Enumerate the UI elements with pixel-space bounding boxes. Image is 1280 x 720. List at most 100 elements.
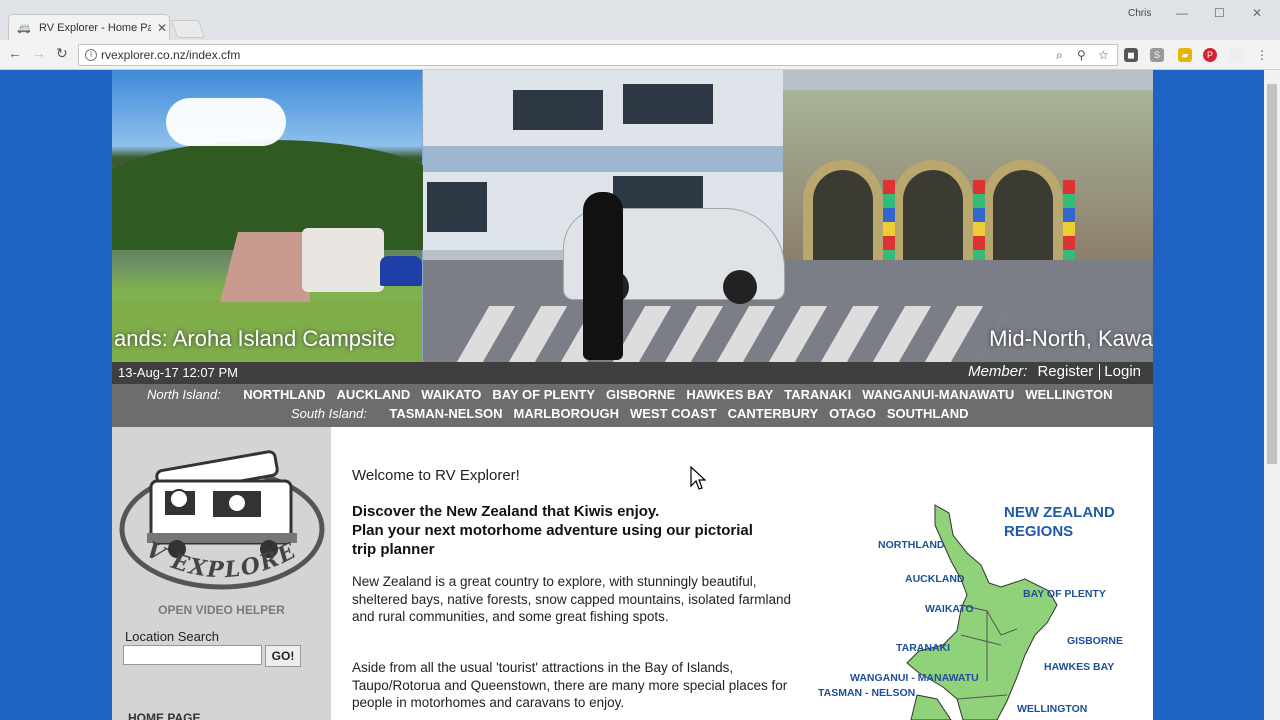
- mouse-pointer-icon: [690, 466, 706, 490]
- member-links: Member: Register Login: [968, 363, 1141, 381]
- map-label-waikato[interactable]: WAIKATO: [925, 603, 974, 615]
- region-link-tasman-nelson[interactable]: TASMAN-NELSON: [389, 406, 502, 421]
- photo-banner: ands: Aroha Island Campsite Mid-North, K…: [112, 70, 1153, 362]
- map-label-auckland[interactable]: AUCKLAND: [905, 573, 965, 585]
- south-island-label: South Island:: [291, 406, 367, 421]
- shield-extension-icon[interactable]: ◼: [1124, 48, 1138, 62]
- map-title-line-1: NEW ZEALAND: [1004, 504, 1115, 521]
- bookmark-star-icon[interactable]: ☆: [1098, 48, 1109, 62]
- blue-car-shape: [380, 256, 422, 286]
- rv-favicon-icon: 🚐: [17, 22, 31, 34]
- map-label-northland[interactable]: NORTHLAND: [878, 539, 945, 551]
- region-link-otago[interactable]: OTAGO: [829, 406, 876, 421]
- browser-tab[interactable]: 🚐 RV Explorer - Home Page ✕: [8, 14, 170, 41]
- login-link[interactable]: Login: [1104, 363, 1141, 380]
- building-window: [513, 90, 603, 130]
- main-content: Welcome to RV Explorer! Discover the New…: [331, 427, 1153, 720]
- new-tab-button[interactable]: [170, 20, 206, 38]
- region-link-southland[interactable]: SOUTHLAND: [887, 406, 969, 421]
- banner-caption-right: Mid-North, Kawa: [989, 326, 1153, 351]
- menu-dots-icon[interactable]: ⋮: [1256, 48, 1268, 62]
- key-icon[interactable]: ⚲: [1077, 48, 1086, 62]
- region-link-wanganui-manawatu[interactable]: WANGANUI-MANAWATU: [862, 387, 1014, 402]
- region-link-marlborough[interactable]: MARLBOROUGH: [514, 406, 619, 421]
- south-island-row: South Island: TASMAN-NELSON MARLBOROUGH …: [112, 406, 1153, 421]
- colorful-building-shape: [783, 90, 1153, 290]
- close-window-icon[interactable]: ✕: [1252, 6, 1262, 20]
- info-bar: 13-Aug-17 12:07 PM Member: Register Login: [112, 362, 1153, 384]
- forward-icon[interactable]: →: [32, 45, 46, 61]
- map-label-hawkes-bay[interactable]: HAWKES BAY: [1044, 661, 1114, 673]
- map-label-gisborne[interactable]: GISBORNE: [1067, 635, 1123, 647]
- minimize-icon[interactable]: —: [1176, 6, 1188, 20]
- map-title: NEW ZEALAND REGIONS: [1004, 503, 1144, 541]
- maximize-icon[interactable]: ☐: [1214, 6, 1225, 20]
- tab-title: RV Explorer - Home Page: [39, 22, 151, 34]
- open-video-helper-link[interactable]: OPEN VIDEO HELPER: [112, 603, 331, 617]
- profile-name[interactable]: Chris: [1128, 8, 1151, 19]
- nz-regions-map[interactable]: NEW ZEALAND REGIONS NORTHLAND AUCKLAND B…: [811, 495, 1153, 720]
- tagline-line-2: Plan your next motorhome adventure using…: [352, 522, 753, 558]
- page-scrollbar[interactable]: [1264, 70, 1280, 720]
- tagline: Discover the New Zealand that Kiwis enjo…: [352, 502, 772, 559]
- region-link-west-coast[interactable]: WEST COAST: [630, 406, 717, 421]
- location-search-input[interactable]: [123, 645, 262, 665]
- building-band: [423, 146, 783, 172]
- member-label: Member:: [968, 363, 1028, 380]
- region-link-taranaki[interactable]: TARANAKI: [784, 387, 851, 402]
- intro-paragraph-2: Aside from all the usual 'tourist' attra…: [352, 660, 788, 710]
- pedestrian-shape: [583, 192, 623, 360]
- reload-icon[interactable]: ↻: [56, 45, 68, 62]
- register-link[interactable]: Register: [1037, 363, 1093, 380]
- north-island-row: North Island: NORTHLAND AUCKLAND WAIKATO…: [112, 387, 1153, 402]
- folder-extension-icon[interactable]: ▰: [1178, 48, 1192, 62]
- map-label-taranaki[interactable]: TARANAKI: [896, 642, 950, 654]
- banner-caption-left: ands: Aroha Island Campsite: [114, 326, 396, 351]
- region-link-waikato[interactable]: WAIKATO: [421, 387, 481, 402]
- blank-extension-icon[interactable]: [1230, 48, 1244, 62]
- tagline-line-1: Discover the New Zealand that Kiwis enjo…: [352, 503, 660, 520]
- url-text: rvexplorer.co.nz/index.cfm: [101, 48, 241, 62]
- campsite-photo: ands: Aroha Island Campsite: [112, 70, 452, 362]
- go-button[interactable]: GO!: [265, 645, 301, 667]
- map-label-wellington[interactable]: WELLINGTON: [1017, 703, 1087, 715]
- cloud-shape: [166, 98, 286, 146]
- separator: [1099, 364, 1101, 381]
- scrollbar-thumb[interactable]: [1267, 84, 1277, 464]
- wheel-shape: [723, 270, 757, 304]
- home-page-heading[interactable]: HOME PAGE: [128, 711, 200, 720]
- address-bar[interactable]: i rvexplorer.co.nz/index.cfm: [78, 44, 1118, 66]
- rv-explorer-logo[interactable]: RV EXPLORER: [117, 441, 327, 593]
- page-container: ands: Aroha Island Campsite Mid-North, K…: [112, 70, 1153, 720]
- tab-close-icon[interactable]: ✕: [157, 21, 167, 35]
- map-label-bay-of-plenty[interactable]: BAY OF PLENTY: [1023, 588, 1106, 600]
- back-icon[interactable]: ←: [8, 45, 22, 61]
- region-link-wellington[interactable]: WELLINGTON: [1025, 387, 1112, 402]
- building-window: [623, 84, 713, 124]
- pinterest-icon[interactable]: P: [1203, 48, 1217, 62]
- region-link-gisborne[interactable]: GISBORNE: [606, 387, 675, 402]
- street-photo: Mid-North, Kawa: [423, 70, 1153, 362]
- region-link-bay-of-plenty[interactable]: BAY OF PLENTY: [492, 387, 595, 402]
- welcome-heading: Welcome to RV Explorer!: [352, 467, 520, 484]
- shop-window: [427, 182, 487, 232]
- location-search-label: Location Search: [125, 629, 219, 644]
- map-title-line-2: REGIONS: [1004, 523, 1074, 540]
- info-icon[interactable]: i: [85, 49, 97, 61]
- map-label-wanganui-manawatu[interactable]: WANGANUI - MANAWATU: [850, 672, 979, 684]
- s-extension-icon[interactable]: S: [1150, 48, 1164, 62]
- north-island-label: North Island:: [147, 387, 221, 402]
- region-nav: North Island: NORTHLAND AUCKLAND WAIKATO…: [112, 384, 1153, 427]
- pedestrian-crossing-shape: [456, 306, 1010, 362]
- zoom-icon[interactable]: ⌕: [1056, 48, 1063, 63]
- caravan-shape: [302, 228, 384, 292]
- map-label-tasman-nelson[interactable]: TASMAN - NELSON: [818, 687, 915, 699]
- browser-titlebar: 🚐 RV Explorer - Home Page ✕ Chris — ☐ ✕: [0, 0, 1280, 41]
- region-link-canterbury[interactable]: CANTERBURY: [728, 406, 819, 421]
- date-time: 13-Aug-17 12:07 PM: [118, 365, 238, 380]
- sidebar: RV EXPLORER OPEN VIDEO HELPER Location S…: [112, 427, 331, 720]
- region-link-hawkes-bay[interactable]: HAWKES BAY: [686, 387, 773, 402]
- region-link-northland[interactable]: NORTHLAND: [243, 387, 325, 402]
- region-link-auckland[interactable]: AUCKLAND: [337, 387, 411, 402]
- intro-paragraph-1: New Zealand is a great country to explor…: [352, 574, 791, 624]
